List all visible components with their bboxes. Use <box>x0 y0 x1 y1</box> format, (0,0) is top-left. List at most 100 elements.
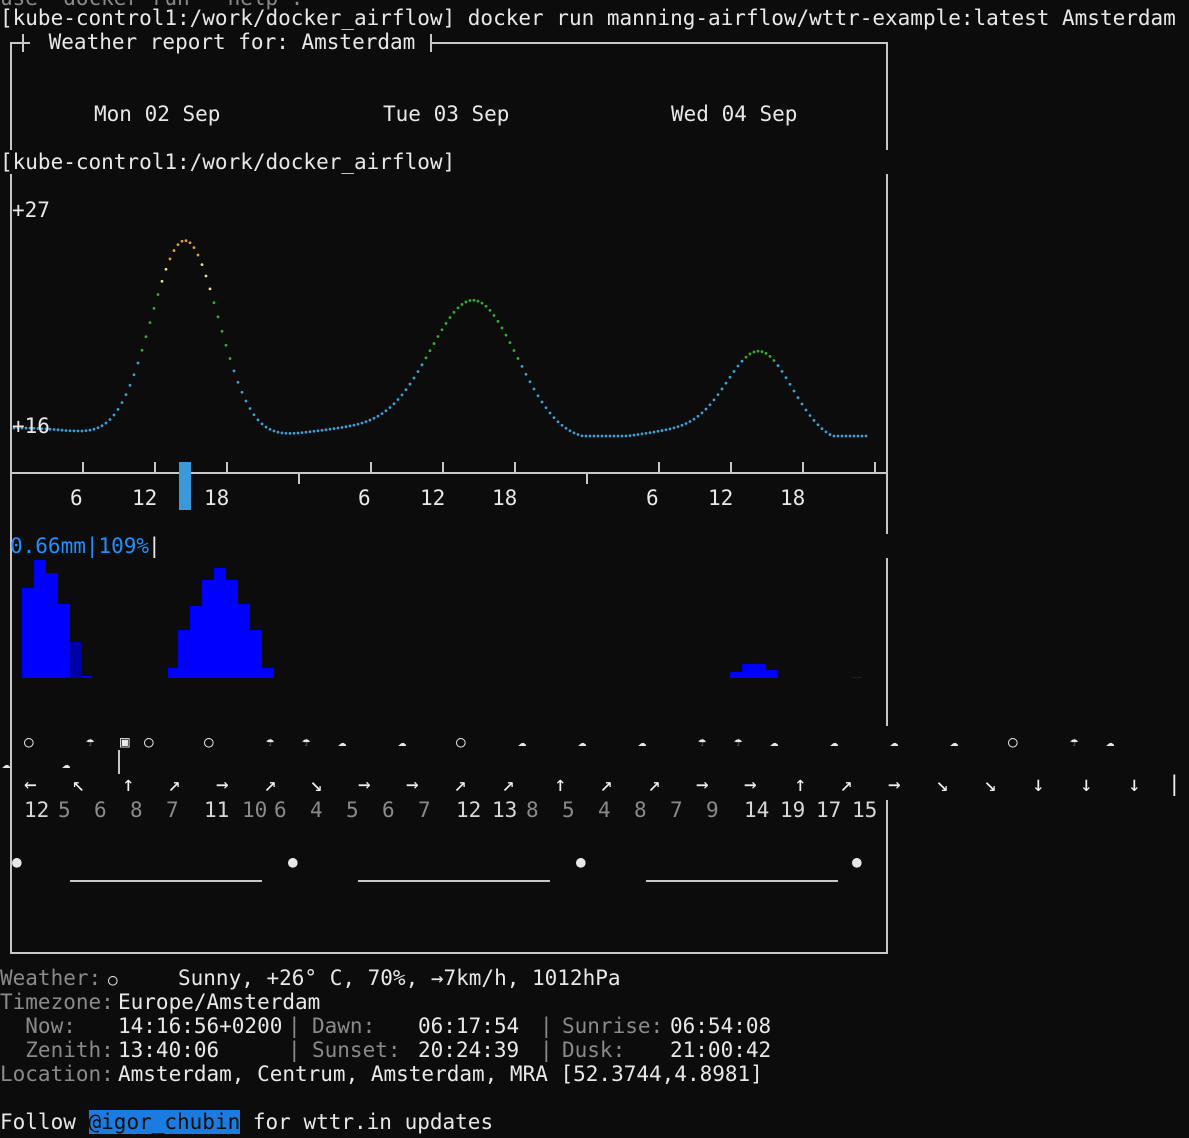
sunrise-value: 06:54:08 <box>670 1014 772 1038</box>
temperature-point <box>572 431 576 435</box>
dawn-label: Dawn: <box>312 1014 376 1038</box>
temperature-point <box>440 328 444 332</box>
precip-bar <box>70 642 82 678</box>
temperature-point <box>256 418 260 422</box>
temperature-point <box>116 408 120 411</box>
temperature-point <box>204 274 208 278</box>
twitter-handle-link[interactable]: @igor_chubin <box>88 1110 241 1134</box>
temperature-point <box>532 387 536 391</box>
temperature-point <box>820 427 824 430</box>
separator-bar: | <box>288 1014 301 1038</box>
temperature-point <box>384 409 388 413</box>
icon-row-separator <box>118 750 120 774</box>
temperature-point <box>780 369 784 373</box>
precip-bar <box>766 670 778 678</box>
temperature-point <box>480 301 484 305</box>
wind-arrow: ↑ <box>122 772 135 796</box>
temperature-point <box>360 421 364 425</box>
sunset-value: 20:24:39 <box>418 1038 520 1062</box>
temperature-point <box>824 430 828 434</box>
hour-label: 18 <box>780 486 806 510</box>
wind-speed: 19 <box>780 798 806 822</box>
temperature-point <box>724 381 728 385</box>
precip-bar <box>730 672 742 678</box>
temperature-point <box>812 419 816 422</box>
temperature-point <box>424 356 428 360</box>
wind-speed: 12 <box>456 798 482 822</box>
precip-bar <box>852 677 862 678</box>
wind-arrow: ↓ <box>1080 772 1093 796</box>
temperature-point <box>72 429 76 433</box>
temperature-point <box>772 359 776 362</box>
wind-arrow: ↗ <box>264 772 277 796</box>
temperature-point <box>804 408 808 412</box>
temperature-point <box>756 349 760 353</box>
wind-speed: 8 <box>634 798 647 822</box>
temperature-point <box>328 427 332 431</box>
temperature-point <box>192 246 196 250</box>
temperature-point <box>580 434 584 438</box>
temperature-point <box>296 431 300 435</box>
wind-speed: 11 <box>204 798 230 822</box>
temperature-point <box>520 365 524 368</box>
temperature-point <box>860 434 864 438</box>
temperature-point <box>156 293 160 296</box>
rain-cloud-icon: ☂ <box>698 734 707 750</box>
temperature-point <box>840 434 844 438</box>
cloud-icon: ☁ <box>1106 734 1115 750</box>
temperature-point <box>196 253 200 257</box>
wind-arrow: → <box>406 772 419 796</box>
temperature-point <box>152 307 156 310</box>
temperature-point <box>852 434 856 438</box>
temperature-point <box>444 321 448 325</box>
temperature-point <box>564 426 568 430</box>
precip-bar <box>190 606 202 678</box>
temperature-point <box>236 380 240 384</box>
sunrise-label: Sunrise: <box>562 1014 664 1038</box>
temperature-point <box>512 349 516 352</box>
axis-tick <box>730 462 732 472</box>
temperature-chart <box>12 239 868 438</box>
hour-label: 12 <box>420 486 446 510</box>
cloud-icon: ☁ <box>830 734 839 750</box>
temperature-point <box>584 434 588 438</box>
axis-tick <box>586 474 588 484</box>
temperature-point <box>412 376 416 380</box>
wind-arrow: ↓ <box>1128 772 1141 796</box>
temperature-point <box>208 287 212 291</box>
wind-arrow: ← <box>24 772 37 796</box>
temperature-point <box>592 434 596 438</box>
precip-bar <box>226 580 238 678</box>
temperature-point <box>792 389 796 393</box>
temperature-point <box>796 396 800 400</box>
temperature-point <box>84 429 88 433</box>
axis-tick <box>514 462 516 472</box>
temperature-point <box>364 420 368 424</box>
wind-arrow: ↗ <box>648 772 661 796</box>
precip-bar <box>214 568 226 678</box>
moon-icon: ● <box>288 852 298 871</box>
temperature-point <box>240 390 244 394</box>
temperature-point <box>836 434 840 438</box>
temperature-point <box>500 326 504 330</box>
temperature-point <box>436 335 440 338</box>
temperature-point <box>548 411 552 415</box>
temperature-point <box>264 425 268 429</box>
temperature-point <box>340 425 344 429</box>
temperature-point <box>248 407 252 410</box>
cloud-icon: ☁ <box>890 734 899 750</box>
temperature-point <box>100 424 104 428</box>
precip-bar <box>22 588 34 678</box>
temperature-point <box>808 414 812 417</box>
wind-arrow: → <box>358 772 371 796</box>
temperature-point <box>596 434 600 438</box>
separator-bar: | <box>288 1038 301 1062</box>
wind-speed: 7 <box>166 798 179 822</box>
temperature-point <box>656 429 660 433</box>
temperature-point <box>432 342 436 345</box>
temperature-point <box>372 416 376 420</box>
temperature-point <box>856 434 860 438</box>
cloud-icon: ☁ <box>518 734 527 750</box>
wind-arrow: → <box>744 772 757 796</box>
sun-icon: ○ <box>144 732 154 751</box>
